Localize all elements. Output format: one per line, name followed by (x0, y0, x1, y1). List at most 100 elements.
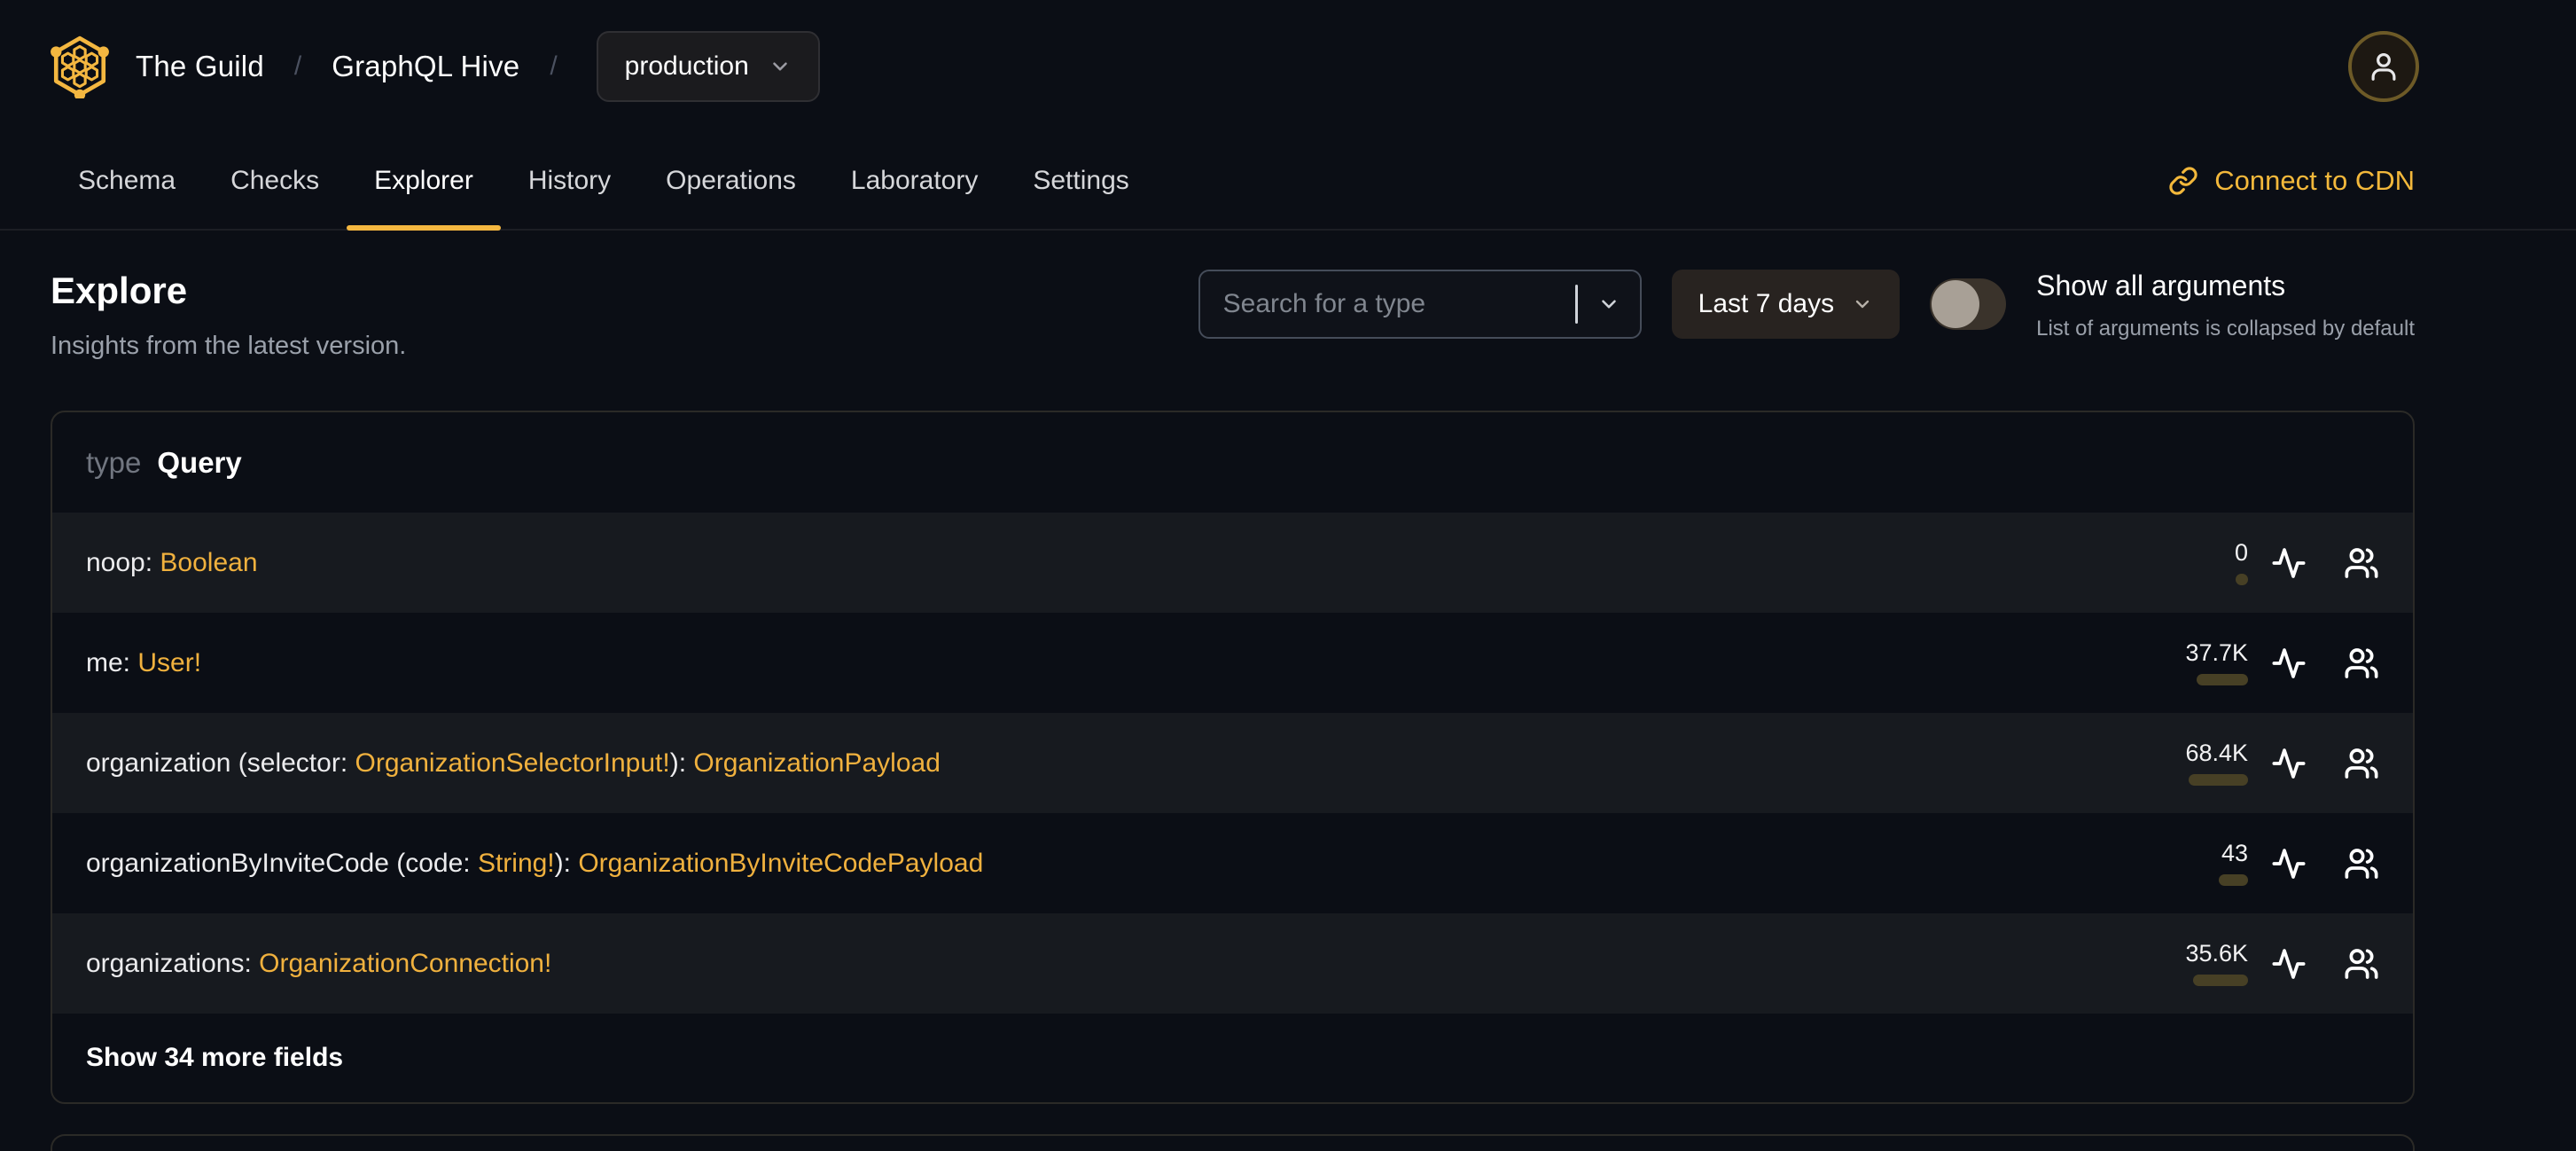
activity-icon[interactable] (2271, 746, 2307, 781)
field-name-text: organizations: (86, 948, 260, 978)
next-type-card-partial (51, 1134, 2415, 1151)
toggle-label: Show all arguments (2036, 270, 2286, 301)
breadcrumb-separator: / (293, 51, 302, 81)
breadcrumb-org[interactable]: The Guild (136, 50, 264, 83)
field-row: organization (selector: OrganizationSele… (52, 713, 2413, 813)
page-head: Explore Insights from the latest version… (51, 270, 2415, 361)
usage-count: 43 (2221, 839, 2248, 866)
breadcrumb-project[interactable]: GraphQL Hive (332, 50, 519, 83)
field-stats: 43 (2219, 839, 2379, 886)
connect-to-cdn-link[interactable]: Connect to CDN (2168, 133, 2415, 229)
field-name-text: me: (86, 647, 138, 677)
field-signature: organization (selector: OrganizationSele… (86, 748, 2185, 779)
explorer-page: Explore Insights from the latest version… (0, 270, 2576, 1151)
users-icon[interactable] (2344, 545, 2379, 581)
toggle-description: List of arguments is collapsed by defaul… (2036, 317, 2415, 341)
app-header: The Guild / GraphQL Hive / production Sc… (0, 0, 2576, 231)
target-selector-value: production (624, 51, 749, 81)
type-search-input[interactable] (1222, 289, 1566, 319)
link-icon (2169, 167, 2197, 195)
usage-metric: 43 (2219, 839, 2248, 886)
field-row: organizations: OrganizationConnection! 35… (52, 913, 2413, 1014)
users-icon[interactable] (2344, 846, 2379, 881)
field-signature: organizations: OrganizationConnection! (86, 949, 2185, 979)
field-type-link[interactable]: OrganizationSelectorInput! (355, 748, 670, 778)
users-icon[interactable] (2344, 746, 2379, 781)
type-card-header: type Query (52, 412, 2413, 513)
type-search-combobox[interactable] (1198, 270, 1642, 339)
chevron-down-icon[interactable] (1597, 293, 1620, 316)
usage-metric: 35.6K (2185, 939, 2248, 986)
usage-count: 35.6K (2185, 939, 2248, 967)
users-icon[interactable] (2344, 946, 2379, 982)
field-stats: 68.4K (2185, 739, 2379, 786)
combobox-divider (1574, 285, 1578, 324)
usage-bar (2236, 573, 2248, 585)
field-rows: noop: Boolean 0 me: User! 37.7K organization… (52, 513, 2413, 1014)
page-title: Explore (51, 270, 188, 311)
top-bar: The Guild / GraphQL Hive / production (0, 0, 2576, 133)
usage-count: 37.7K (2185, 638, 2248, 666)
usage-metric: 68.4K (2185, 739, 2248, 786)
target-selector-button[interactable]: production (596, 31, 820, 102)
connect-to-cdn-label: Connect to CDN (2214, 165, 2415, 196)
type-query-card: type Query noop: Boolean 0 me: User! 37.7K o… (51, 411, 2415, 1104)
usage-count: 68.4K (2185, 739, 2248, 766)
date-range-value: Last 7 days (1698, 289, 1835, 318)
field-type-link[interactable]: OrganizationByInviteCodePayload (578, 849, 983, 878)
show-more-fields-button[interactable]: Show 34 more fields (52, 1014, 2413, 1102)
page-head-text: Explore Insights from the latest version… (51, 270, 406, 361)
activity-icon[interactable] (2271, 846, 2307, 881)
toggle-text: Show all arguments List of arguments is … (2036, 270, 2415, 341)
field-type-link[interactable]: OrganizationConnection! (259, 949, 551, 978)
page-subtitle: Insights from the latest version. (51, 332, 407, 360)
hive-logo-icon[interactable] (51, 35, 109, 98)
type-kind-label: type (86, 445, 142, 479)
toggle-knob (1932, 280, 1980, 328)
field-stats: 37.7K (2185, 638, 2379, 685)
usage-metric: 37.7K (2185, 638, 2248, 685)
main-nav: Schema Checks Explorer History Operations Lab… (0, 133, 2576, 231)
usage-metric: 0 (2235, 540, 2248, 585)
breadcrumb: The Guild / GraphQL Hive / production (136, 31, 820, 102)
tab-checks[interactable]: Checks (203, 133, 347, 229)
page-controls: Last 7 days Show all arguments List of a… (1198, 270, 2415, 341)
field-name-text: organization (selector: (86, 748, 355, 778)
usage-bar (2193, 974, 2248, 986)
field-type-link[interactable]: String! (478, 849, 555, 878)
user-icon (2371, 52, 2396, 81)
field-stats: 0 (2235, 540, 2379, 585)
field-row: me: User! 37.7K (52, 613, 2413, 713)
field-type-link[interactable]: OrganizationPayload (693, 748, 941, 778)
tab-laboratory[interactable]: Laboratory (824, 133, 1005, 229)
tab-schema[interactable]: Schema (51, 133, 203, 229)
tab-history[interactable]: History (501, 133, 638, 229)
date-range-button[interactable]: Last 7 days (1671, 270, 1901, 339)
nav-tabs: Schema Checks Explorer History Operations Lab… (51, 133, 1157, 231)
activity-icon[interactable] (2271, 545, 2307, 581)
field-type-link[interactable]: User! (137, 648, 201, 677)
field-row: organizationByInviteCode (code: String!)… (52, 813, 2413, 913)
chevron-down-icon (772, 62, 787, 71)
activity-icon[interactable] (2271, 946, 2307, 982)
type-name: Query (157, 445, 242, 479)
field-row: noop: Boolean 0 (52, 513, 2413, 613)
user-menu-button[interactable] (2348, 31, 2419, 102)
field-signature: organizationByInviteCode (code: String!)… (86, 849, 2219, 879)
users-icon[interactable] (2344, 646, 2379, 681)
tab-settings[interactable]: Settings (1005, 133, 1156, 229)
tab-explorer[interactable]: Explorer (347, 133, 501, 231)
activity-icon[interactable] (2271, 646, 2307, 681)
field-name-text: noop: (86, 547, 160, 577)
tab-operations[interactable]: Operations (638, 133, 824, 229)
usage-bar (2189, 773, 2248, 786)
usage-bar (2197, 673, 2248, 685)
field-name-text: organizationByInviteCode (code: (86, 848, 478, 878)
field-type-link[interactable]: Boolean (160, 548, 257, 577)
show-all-arguments-toggle[interactable] (1930, 278, 2007, 330)
usage-bar (2219, 873, 2248, 886)
field-stats: 35.6K (2185, 939, 2379, 986)
field-name-text: ): (669, 748, 694, 778)
field-signature: me: User! (86, 648, 2185, 678)
